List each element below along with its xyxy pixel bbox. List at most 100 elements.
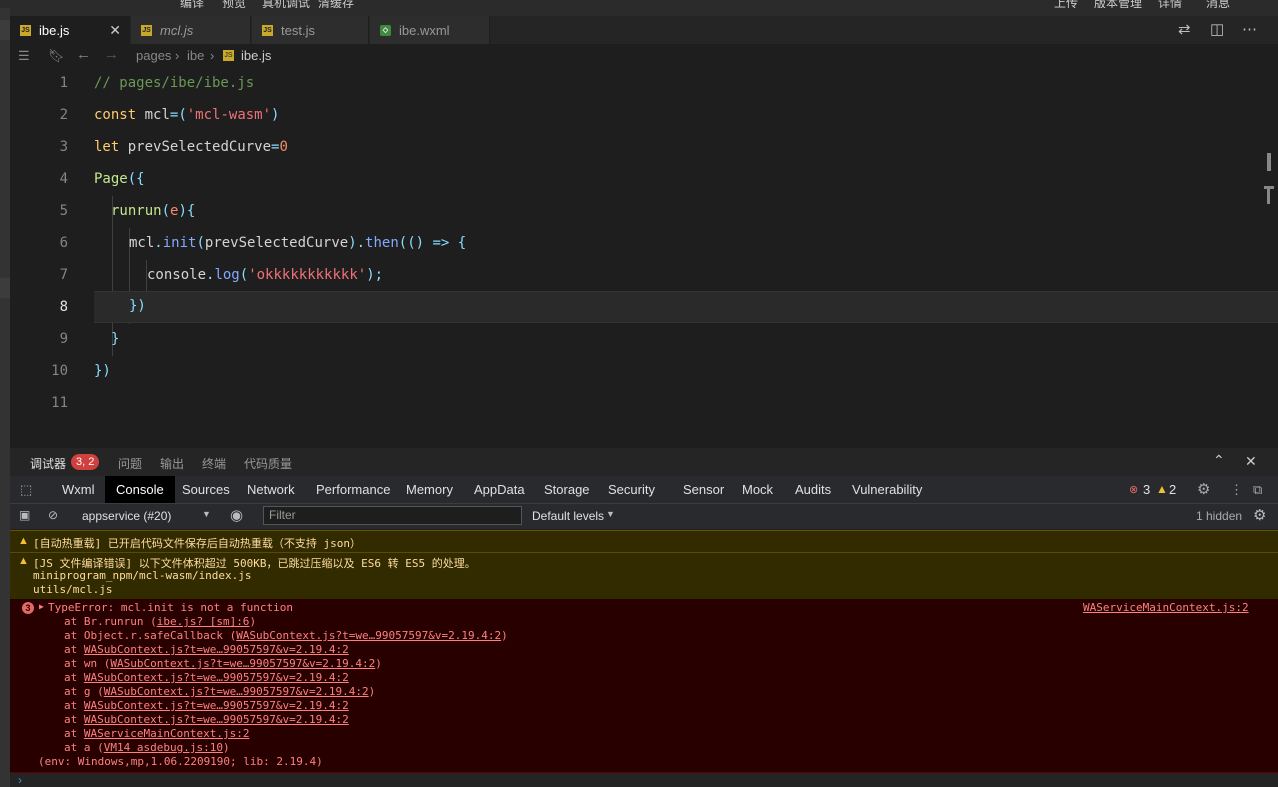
close-icon[interactable]: ✕ (109, 22, 121, 39)
stack-frame-link[interactable]: WAServiceMainContext.js:2 (84, 727, 250, 740)
tab-debugger[interactable]: 调试器 (30, 455, 66, 472)
code-line: 2 const mcl=('mcl-wasm') (10, 100, 1278, 132)
stack-frame-text: at (64, 727, 84, 740)
bookmark-icon[interactable]: 🔖︎ (48, 48, 65, 64)
more-vert-icon[interactable]: ⋮ (1230, 482, 1243, 498)
menu-compile[interactable]: 编译 (180, 0, 204, 8)
gear-icon[interactable]: ⚙ (1197, 480, 1210, 498)
close-icon[interactable]: ✕ (1245, 453, 1257, 470)
tab-terminal[interactable]: 终端 (202, 455, 226, 472)
menu-preview[interactable]: 预览 (222, 0, 246, 8)
stack-frame-text: ) (222, 741, 230, 754)
sidebar-marker (0, 278, 10, 298)
tab-sources[interactable]: Sources (182, 482, 230, 497)
tab-code-quality[interactable]: 代码质量 (244, 455, 292, 472)
list-icon[interactable]: ☰ (18, 48, 30, 64)
identifier: prevSelectedCurve (204, 235, 349, 251)
menu-clear-cache[interactable]: 清缓存 (318, 0, 354, 8)
menu-version[interactable]: 版本管理 (1094, 0, 1142, 8)
forward-arrow-icon[interactable]: → (104, 46, 119, 63)
compare-icon[interactable]: ⇄ (1178, 20, 1191, 38)
levels-dropdown[interactable]: Default levels (532, 509, 604, 523)
clear-console-icon[interactable]: ⊘ (48, 508, 58, 522)
split-editor-icon[interactable]: ◫ (1210, 20, 1224, 38)
tab-vulnerability[interactable]: Vulnerability (852, 482, 922, 497)
tab-storage[interactable]: Storage (544, 482, 590, 497)
tab-console[interactable]: Console (105, 476, 175, 503)
stack-frame-link[interactable]: WASubContext.js?t=we…99057597&v=2.19.4:2 (84, 643, 349, 656)
stack-frame-link[interactable]: WASubContext.js?t=we…99057597&v=2.19.4:2 (84, 713, 349, 726)
tab-audits[interactable]: Audits (795, 482, 831, 497)
tab-test-js[interactable]: JS test.js (252, 16, 369, 44)
stack-frame-link[interactable]: WASubContext.js?t=we…99057597&v=2.19.4:2 (236, 629, 501, 642)
menu-remote-debug[interactable]: 真机调试 (262, 0, 310, 8)
stack-frame-link[interactable]: VM14 asdebug.js:10 (104, 741, 223, 754)
tab-mock[interactable]: Mock (742, 482, 773, 497)
tab-wxml[interactable]: Wxml (62, 482, 95, 497)
function: Page (94, 171, 128, 187)
tab-ibe-wxml[interactable]: ◇ ibe.wxml (370, 16, 490, 44)
breadcrumb-ibe[interactable]: ibe (187, 48, 204, 63)
line-number: 7 (59, 267, 68, 283)
tab-security[interactable]: Security (608, 482, 655, 497)
stack-frame-text: ) (375, 657, 382, 670)
stack-frame-link[interactable]: ibe.js? [sm]:6 (157, 615, 250, 628)
error-count-badge: 3 (22, 602, 34, 614)
overview-ruler-mark (1267, 186, 1270, 204)
expand-arrow-icon[interactable]: ▶ (39, 602, 44, 611)
tab-output[interactable]: 输出 (160, 455, 184, 472)
method: log (214, 267, 240, 283)
code-editor[interactable]: 1 // pages/ibe/ibe.js 2 const mcl=('mcl-… (10, 68, 1278, 448)
back-arrow-icon[interactable]: ← (76, 46, 91, 63)
tab-mcl-js[interactable]: JS mcl.js (131, 16, 251, 44)
menu-messages[interactable]: 消息 (1206, 0, 1230, 8)
stack-frame-link[interactable]: WASubContext.js?t=we…99057597&v=2.19.4:2 (110, 657, 375, 670)
context-select[interactable]: appservice (#20) (82, 509, 171, 523)
identifier: console (147, 267, 207, 283)
tab-memory[interactable]: Memory (406, 482, 453, 497)
menu-upload[interactable]: 上传 (1054, 0, 1078, 8)
top-menu-spacer (0, 8, 1278, 16)
stack-frame-text: at a ( (64, 741, 104, 754)
stack-frame: at wn (WASubContext.js?t=we…99057597&v=2… (64, 657, 382, 670)
breadcrumb-pages[interactable]: pages (136, 48, 171, 63)
chevron-down-icon[interactable]: ▼ (202, 509, 211, 519)
punct: ) (271, 107, 280, 123)
stack-frame: at WAServiceMainContext.js:2 (64, 727, 249, 740)
tab-label: ibe.js (39, 22, 70, 38)
warning-messages: ▲ [自动热重载] 已开启代码文件保存后自动热重载（不支持 json） ▲ [J… (10, 530, 1278, 600)
tab-network[interactable]: Network (247, 482, 295, 497)
inspect-icon[interactable]: ⬚ (20, 482, 32, 498)
dock-icon[interactable]: ⧉ (1253, 482, 1262, 498)
filter-input[interactable]: Filter (263, 506, 522, 525)
tab-performance[interactable]: Performance (316, 482, 390, 497)
tab-appdata[interactable]: AppData (474, 482, 525, 497)
scrollbar-thumb[interactable] (1267, 153, 1271, 171)
code-text: Page({ (94, 171, 145, 187)
punct: ( (196, 235, 205, 251)
tab-ibe-js[interactable]: JS ibe.js ✕ (10, 16, 130, 44)
method: init (162, 235, 197, 251)
breadcrumb-file[interactable]: ibe.js (241, 48, 271, 63)
gear-icon[interactable]: ⚙ (1253, 506, 1266, 524)
stack-frame-link[interactable]: WASubContext.js?t=we…99057597&v=2.19.4:2 (84, 699, 349, 712)
wxml-file-icon: ◇ (380, 24, 391, 36)
warning-count[interactable]: 2 (1169, 482, 1176, 497)
more-icon[interactable]: ⋯ (1242, 20, 1257, 38)
sidebar-marker (0, 20, 10, 40)
eye-icon[interactable]: ◉ (230, 506, 243, 524)
code-line: 11 (10, 388, 1278, 420)
chevron-down-icon[interactable]: ▼ (606, 509, 615, 519)
console-prompt[interactable]: › (10, 773, 1278, 787)
stack-frame-link[interactable]: WASubContext.js?t=we…99057597&v=2.19.4:2 (104, 685, 369, 698)
menu-details[interactable]: 详情 (1158, 0, 1182, 8)
tab-sensor[interactable]: Sensor (683, 482, 724, 497)
stack-frame-link[interactable]: WASubContext.js?t=we…99057597&v=2.19.4:2 (84, 671, 349, 684)
stack-frame: at WASubContext.js?t=we…99057597&v=2.19.… (64, 643, 349, 656)
error-count[interactable]: 3 (1143, 482, 1150, 497)
tab-problems[interactable]: 问题 (118, 455, 142, 472)
sidebar-toggle-icon[interactable]: ▣ (19, 508, 30, 522)
chevron-up-icon[interactable]: ⌃ (1213, 452, 1225, 469)
error-source-link[interactable]: WAServiceMainContext.js:2 (1083, 601, 1249, 614)
tab-label: ibe.wxml (399, 22, 450, 38)
